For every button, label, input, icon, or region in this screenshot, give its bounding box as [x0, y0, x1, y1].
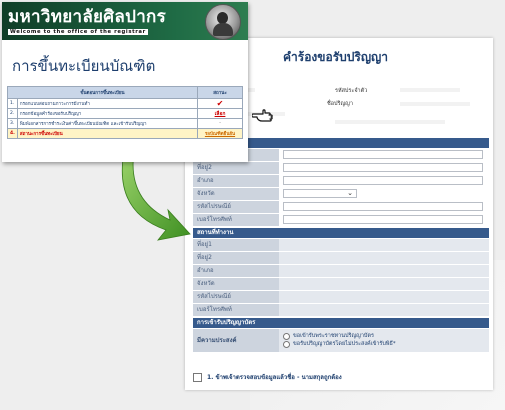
work-field-value: [279, 239, 489, 251]
step-number: 3.: [7, 118, 18, 129]
faded-field: [400, 102, 470, 106]
university-name: มหาวิทยาลัยศิลปากร: [8, 7, 167, 27]
step-row: 2. กรอกข้อมูลคำร้องขอรับปริญญา เลือก: [7, 108, 243, 119]
home-text-input[interactable]: [283, 215, 483, 224]
home-field-label: รหัสไปรษณีย์: [193, 201, 279, 213]
work-field-value: [279, 265, 489, 277]
work-address-row: เบอร์โทรศัพท์: [193, 304, 489, 316]
home-text-input[interactable]: [283, 150, 483, 159]
purpose-label: มีความประสงค์: [193, 329, 279, 352]
degree-section-header: การเข้ารับปริญญาบัตร: [193, 318, 489, 328]
confirm-checkbox[interactable]: [193, 372, 202, 382]
university-banner: มหาวิทยาลัยศิลปากร Welcome to the office…: [2, 2, 248, 40]
home-address-row: รหัสไปรษณีย์: [193, 201, 489, 213]
work-address-row: รหัสไปรษณีย์: [193, 291, 489, 303]
check-icon: ✔: [216, 98, 224, 108]
step-text: สถานะการขึ้นทะเบียน: [16, 128, 199, 139]
home-text-input[interactable]: [283, 163, 483, 172]
home-address-row: เบอร์โทรศัพท์: [193, 214, 489, 226]
work-field-value: [279, 252, 489, 264]
home-field-cell: [279, 162, 489, 174]
step-number: 1.: [7, 98, 18, 109]
purpose-row: มีความประสงค์ ขอเข้ารับพระราชทานปริญญาบั…: [193, 329, 489, 352]
faded-field: [335, 120, 445, 124]
home-field-cell: [279, 214, 489, 226]
logo-figure-body: [213, 23, 233, 36]
home-address-row: ที่อยู่2: [193, 162, 489, 174]
province-select[interactable]: ⌄: [283, 189, 357, 198]
home-field-cell: [279, 149, 489, 161]
page-heading: การขึ้นทะเบียนบัณฑิต: [12, 57, 156, 75]
home-text-input[interactable]: [283, 176, 483, 185]
home-field-cell: [279, 201, 489, 213]
step-status-cell: ✔: [197, 98, 243, 109]
work-address-section-header: สถานที่ทำงาน: [193, 228, 489, 238]
work-field-label: อำเภอ: [193, 265, 279, 277]
work-field-label: รหัสไปรษณีย์: [193, 291, 279, 303]
home-field-label: เบอร์โทรศัพท์: [193, 214, 279, 226]
degree-label: ชื่อปริญญา: [327, 101, 353, 107]
purpose-option-attend-label: ขอเข้ารับพระราชทานปริญญาบัตร: [293, 333, 374, 339]
work-address-row: อำเภอ: [193, 265, 489, 277]
work-field-label: ที่อยู่2: [193, 252, 279, 264]
steps-column-header: ขั้นตอนการขึ้นทะเบียน: [7, 86, 198, 99]
step-number: 4.: [7, 128, 18, 139]
status-none: -: [219, 121, 221, 126]
radio-attend[interactable]: [283, 332, 290, 340]
purpose-options: ขอเข้ารับพระราชทานปริญญาบัตร ขอรับปริญญา…: [279, 329, 489, 352]
home-field-label: จังหวัด: [193, 188, 279, 200]
work-field-value: [279, 291, 489, 303]
select-link[interactable]: เลือก: [215, 111, 226, 117]
step-text: พิมพ์เอกสารการชำระเงินค่าขึ้นทะเบียนบัณฑ…: [16, 118, 199, 129]
work-field-label: ที่อยู่1: [193, 239, 279, 251]
home-address-row: อำเภอ: [193, 175, 489, 187]
work-field-label: จังหวัด: [193, 278, 279, 290]
registration-steps-table: ขั้นตอนการขึ้นทะเบียน สถานะ 1. กรอกแบบสอบ…: [7, 86, 243, 139]
step-status-cell: เลือก: [197, 108, 243, 119]
home-field-label: อำเภอ: [193, 175, 279, 187]
address-form-table: ที่อยู่ที่ติดต่อได้ ที่อยู่1ที่อยู่2อำเภ…: [193, 138, 489, 352]
step-text: กรอกข้อมูลคำร้องขอรับปริญญา: [16, 108, 199, 119]
confirm-label: 1. ข้าพเจ้าตรวจสอบข้อมูลแล้วชื่อ - นามสก…: [207, 374, 342, 381]
purpose-option-absent-label: ขอรับปริญญาบัตรโดยไม่ประสงค์เข้ารับพิธี*: [293, 341, 396, 347]
registration-status-card: มหาวิทยาลัยศิลปากร Welcome to the office…: [2, 2, 248, 162]
radio-absent[interactable]: [283, 340, 290, 348]
welcome-text: Welcome to the office of the registrar: [8, 29, 148, 35]
purpose-option-attend[interactable]: ขอเข้ารับพระราชทานปริญญาบัตร: [283, 332, 485, 340]
status-column-header: สถานะ: [197, 86, 243, 99]
step-text: กรอกแบบสอบถามภาวะการมีงานทำ: [16, 98, 199, 109]
step-row: 4. สถานะการขึ้นทะเบียน รอบัณฑิตยืนยัน: [7, 128, 243, 139]
step-row: 1. กรอกแบบสอบถามภาวะการมีงานทำ ✔: [7, 98, 243, 109]
home-address-row: จังหวัด ⌄: [193, 188, 489, 200]
step-status-cell: รอบัณฑิตยืนยัน: [197, 128, 243, 139]
step-status-cell: -: [197, 118, 243, 129]
status-badge[interactable]: รอบัณฑิตยืนยัน: [205, 132, 235, 137]
purpose-option-absent[interactable]: ขอรับปริญญาบัตรโดยไม่ประสงค์เข้ารับพิธี*: [283, 340, 485, 348]
work-field-value: [279, 304, 489, 316]
work-address-row: จังหวัด: [193, 278, 489, 290]
step-row: 3. พิมพ์เอกสารการชำระเงินค่าขึ้นทะเบียนบั…: [7, 118, 243, 129]
home-field-cell: ⌄: [279, 188, 489, 200]
work-address-row: ที่อยู่2: [193, 252, 489, 264]
pointing-hand-icon: [252, 109, 273, 122]
home-field-cell: [279, 175, 489, 187]
form-title: คำร้องขอรับปริญญา: [283, 50, 388, 64]
work-field-label: เบอร์โทรศัพท์: [193, 304, 279, 316]
home-field-label: ที่อยู่2: [193, 162, 279, 174]
confirm-check[interactable]: 1. ข้าพเจ้าตรวจสอบข้อมูลแล้วชื่อ - นามสก…: [193, 372, 342, 382]
home-text-input[interactable]: [283, 202, 483, 211]
student-id-label: รหัสประจำตัว: [335, 88, 368, 94]
work-field-value: [279, 278, 489, 290]
faded-field: [400, 88, 460, 92]
step-number: 2.: [7, 108, 18, 119]
work-address-row: ที่อยู่1: [193, 239, 489, 251]
green-curved-arrow-icon: [121, 151, 191, 241]
chevron-down-icon: ⌄: [347, 189, 353, 197]
university-logo: [205, 4, 241, 40]
